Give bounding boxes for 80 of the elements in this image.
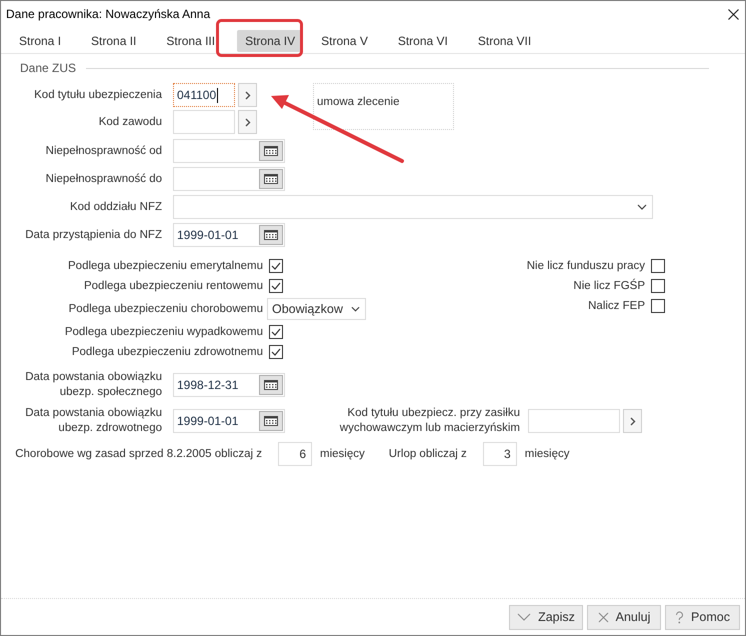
field-label: Chorobowe wg zasad sprzed 8.2.2005 obliczaj z	[14, 446, 263, 462]
checkbox[interactable]	[651, 279, 665, 293]
checkbox[interactable]	[269, 259, 283, 273]
calendar-button[interactable]	[259, 375, 283, 395]
calendar-icon	[264, 416, 278, 426]
field-label: Nie licz funduszu pracy	[526, 258, 646, 274]
check-icon	[271, 348, 281, 356]
date-field[interactable]: 1998-12-31	[173, 373, 285, 397]
code-input[interactable]	[528, 409, 620, 433]
tab[interactable]: Strona V	[313, 30, 376, 52]
field-label: Kod oddziału NFZ	[68, 200, 163, 214]
checkbox[interactable]	[269, 325, 283, 339]
calendar-icon	[264, 380, 278, 390]
dropdown-value: Obowiązkow	[272, 302, 343, 316]
field-label: Podlega ubezpieczeniu rentowemu	[82, 278, 264, 294]
check-icon	[271, 262, 281, 270]
window-title: Dane pracownika: Nowaczyńska Anna	[6, 7, 210, 21]
description-box: umowa zlecenie	[313, 83, 454, 130]
footer-button[interactable]: Zapisz	[509, 604, 583, 630]
checkbox[interactable]	[269, 345, 283, 359]
tab[interactable]: Strona VII	[470, 30, 540, 52]
close-icon[interactable]	[728, 8, 739, 20]
tab[interactable]: Strona III	[158, 30, 224, 52]
tab[interactable]: Strona VI	[390, 30, 456, 52]
calendar-button[interactable]	[259, 411, 283, 431]
lookup-button[interactable]	[238, 110, 257, 134]
dropdown[interactable]: Obowiązkow	[267, 298, 366, 320]
date-field[interactable]: 1999-01-01	[173, 223, 285, 247]
calendar-icon	[264, 146, 278, 156]
checkbox[interactable]	[651, 259, 665, 273]
field-label: Niepełnosprawność do	[44, 172, 163, 186]
checkbox[interactable]	[269, 279, 283, 293]
unit-label: miesięcy	[524, 448, 570, 460]
chevron-right-icon	[244, 90, 250, 100]
tab[interactable]: Strona I	[11, 30, 70, 52]
group-title: Dane ZUS	[20, 61, 76, 75]
checkbox[interactable]	[651, 299, 665, 313]
calendar-button[interactable]	[259, 169, 283, 189]
field-label: Kod tytułu ubezpieczenia	[33, 88, 163, 102]
date-value: 1999-01-01	[177, 228, 238, 242]
date-value: 1998-12-31	[177, 378, 238, 392]
field-label: Urlop obliczaj z	[388, 446, 468, 462]
footer-button[interactable]: Pomoc	[665, 604, 740, 630]
months-input[interactable]: 6	[278, 442, 312, 466]
check-icon	[517, 612, 532, 622]
date-field[interactable]	[173, 167, 285, 191]
field-label: Data powstania obowiązku ubezp. zdrowotnego	[24, 406, 163, 436]
field-label: Podlega ubezpieczeniu chorobowemu	[68, 302, 264, 316]
footer-button[interactable]: Anuluj	[587, 604, 661, 630]
date-field[interactable]: 1999-01-01	[173, 409, 285, 433]
tab[interactable]: Strona II	[83, 30, 144, 52]
date-value: 1999-01-01	[177, 414, 238, 428]
close-icon	[598, 612, 609, 622]
chevron-right-icon	[630, 416, 636, 426]
field-label: Nie licz FGŚP	[572, 278, 646, 294]
date-field[interactable]	[173, 139, 285, 163]
field-label: Nalicz FEP	[587, 298, 646, 314]
code-input[interactable]: 041100	[173, 83, 235, 107]
field-label: Kod zawodu	[98, 114, 163, 130]
field-label: Podlega ubezpieczeniu emerytalnemu	[67, 258, 264, 274]
help-icon	[675, 610, 684, 624]
lookup-button[interactable]	[623, 409, 642, 433]
check-icon	[271, 328, 281, 336]
code-input[interactable]	[173, 110, 235, 134]
calendar-button[interactable]	[259, 141, 283, 161]
chevron-right-icon	[244, 118, 250, 126]
calendar-button[interactable]	[259, 225, 283, 245]
check-icon	[271, 282, 281, 290]
field-label: Podlega ubezpieczeniu wypadkowemu	[64, 324, 264, 340]
unit-label: miesięcy	[320, 448, 365, 460]
lookup-button[interactable]	[238, 83, 257, 107]
field-label: Podlega ubezpieczeniu zdrowotnemu	[70, 344, 264, 360]
calendar-icon	[264, 230, 278, 240]
field-value: 041100	[177, 88, 216, 102]
field-label: Niepełnosprawność od	[44, 144, 163, 158]
field-label: Data powstania obowiązku ubezp. społecznego	[24, 370, 163, 400]
months-input[interactable]: 3	[482, 442, 517, 466]
calendar-icon	[264, 174, 278, 184]
field-label: Kod tytułu ubezpiecz. przy zasiłku wychowawczym lub macierzyńskim	[338, 406, 521, 436]
field-label: Data przystąpienia do NFZ	[24, 228, 163, 242]
